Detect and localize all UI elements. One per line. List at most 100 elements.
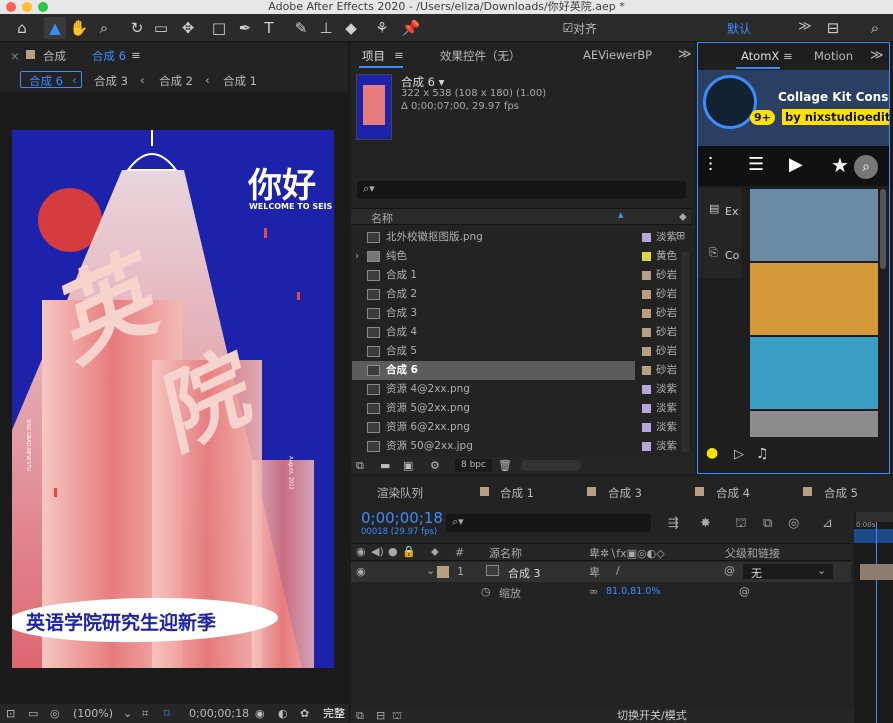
project-settings-icon[interactable]: ⚙ [430, 457, 440, 474]
solo-switch-icon[interactable]: ● [388, 545, 398, 558]
tab-project[interactable]: 项目 [362, 48, 385, 64]
shy-layers-icon[interactable]: ⛫ [735, 516, 747, 533]
tab-atomx[interactable]: AtomX [741, 49, 779, 63]
sidebar-label-ex[interactable]: Ex [725, 205, 738, 218]
motion-blur-icon[interactable]: ◎ [788, 516, 799, 531]
search-help-icon[interactable]: ⌕ [864, 17, 886, 39]
tab-comp-4[interactable]: 合成 4 [716, 485, 750, 501]
sort-ascending-icon[interactable]: ▴ [618, 208, 624, 221]
thumbnail-size-slider[interactable] [521, 460, 581, 471]
viewer-canvas[interactable]: 你好 WELCOME TO SEIS 英 院 SISU.GRAD.NEW.STU… [0, 92, 348, 704]
workspace-default[interactable]: 默认 [727, 20, 751, 37]
file-play-icon[interactable]: ▶ [789, 154, 803, 175]
layer-expand-icon[interactable]: ⌄ [426, 564, 435, 577]
breadcrumb-comp-2[interactable]: 合成 2 [159, 73, 193, 89]
layer-row[interactable]: ◉ ⌄ 1 合成 3 卑 / @ 无 ⌄ [351, 562, 851, 582]
rectangle-tool-icon[interactable]: □ [208, 17, 230, 39]
preset-thumbnail[interactable] [750, 263, 878, 335]
label-column-icon[interactable]: ⬥ [679, 210, 687, 224]
video-switch-icon[interactable]: ◉ [356, 545, 366, 558]
new-folder-icon[interactable]: ▬ [380, 457, 390, 474]
list-item[interactable]: 资源 4@2xx.png 淡紫 [352, 380, 692, 399]
grid-icon[interactable]: ⌗ [142, 704, 148, 723]
preset-thumbnail[interactable] [750, 411, 878, 437]
layer-bar[interactable] [860, 564, 893, 580]
pen-tool-icon[interactable]: ✒ [234, 17, 256, 39]
atomx-overflow-icon[interactable]: ≫ [870, 48, 884, 63]
transfer-controls-icon[interactable]: ⊟ [376, 708, 385, 723]
list-item[interactable]: 合成 5 砂岩 [352, 342, 692, 361]
list-item[interactable]: 北外校徽抠图版.png 淡紫 [352, 228, 692, 247]
type-tool-icon[interactable]: T [258, 17, 280, 39]
atomx-banner[interactable]: 9+ Collage Kit Cons by nixstudioediti [698, 70, 889, 146]
minimize-window-button[interactable] [22, 2, 32, 12]
layer-label-color[interactable] [437, 566, 449, 578]
rotate-tool-icon[interactable]: ↻ [126, 17, 148, 39]
favorites-icon[interactable]: ★ [831, 153, 849, 177]
interpret-footage-icon[interactable]: ⧉ [356, 457, 364, 474]
new-comp-icon[interactable]: ▣ [403, 457, 413, 474]
ae-icon[interactable]: ▤ [709, 202, 719, 215]
tab-comp-5[interactable]: 合成 5 [824, 485, 858, 501]
bit-depth[interactable]: 8 bpc [455, 459, 492, 472]
tab-render-queue[interactable]: 渲染队列 [377, 485, 423, 501]
list-item[interactable]: 资源 6@2xx.png 淡紫 [352, 418, 692, 437]
lock-switch-icon[interactable]: 🔒 [402, 545, 416, 558]
list-item[interactable]: 合成 4 砂岩 [352, 323, 692, 342]
preset-thumbnail[interactable] [750, 337, 878, 409]
frame-blending-icon[interactable]: ⧉ [763, 516, 772, 531]
mask-icon[interactable]: ◎ [50, 704, 60, 723]
quality-switch-icon[interactable]: / [616, 564, 620, 577]
comp-tab-name[interactable]: 合成 6 [92, 48, 126, 64]
always-preview-icon[interactable]: ⊡ [6, 704, 15, 723]
list-item[interactable]: 资源 50@2xx.jpg 淡紫 [352, 437, 692, 456]
comp-tab-label[interactable]: 合成 [43, 48, 66, 64]
zoom-level[interactable]: (100%) [73, 704, 113, 723]
clone-stamp-tool-icon[interactable]: ⊥ [315, 17, 337, 39]
project-search-input[interactable]: ⌕▾ [357, 181, 686, 199]
list-item[interactable]: › 纯色 黄色 [352, 247, 692, 266]
music-icon[interactable]: ♫ [756, 446, 769, 462]
workspace-overflow-icon[interactable]: ≫ [798, 19, 812, 34]
close-panel-icon[interactable]: × [10, 49, 20, 63]
zoom-window-button[interactable] [38, 2, 48, 12]
viewer-timecode[interactable]: 0;00;00;18 [189, 704, 249, 723]
delete-icon[interactable]: 🗑 [498, 457, 512, 474]
alert-icon[interactable]: ● [706, 445, 718, 461]
comp-panel-menu-icon[interactable]: ≡ [131, 48, 141, 62]
atomx-search-icon[interactable]: ⌕ [854, 155, 878, 179]
col-name-header[interactable]: 名称 [371, 210, 393, 226]
list-icon[interactable]: ☰ [748, 154, 764, 175]
scale-value[interactable]: 81.0,81.0% [606, 586, 660, 597]
show-snapshot-icon[interactable]: ◐ [278, 704, 288, 723]
timeline-track-area[interactable]: 0:00s [854, 512, 893, 723]
atomx-scrollbar[interactable] [880, 189, 886, 269]
col-source-header[interactable]: 源名称 [489, 545, 522, 561]
list-item[interactable]: 合成 2 砂岩 [352, 285, 692, 304]
toggle-switches-modes[interactable]: 切换开关/模式 [617, 708, 687, 723]
color-channel-icon[interactable]: ✿ [300, 704, 309, 723]
sidebar-label-co[interactable]: Co [725, 249, 739, 262]
play-icon[interactable]: ▷ [734, 447, 744, 462]
brush-tool-icon[interactable]: ✎ [290, 17, 312, 39]
stopwatch-icon[interactable]: ◷ [481, 585, 491, 598]
atomx-menu-icon[interactable]: ≡ [783, 49, 793, 63]
in-out-icon[interactable]: ⛫ [392, 708, 402, 723]
constrain-proportions-icon[interactable]: ∞ [589, 585, 598, 598]
camera-tool-icon[interactable]: ▭ [150, 17, 172, 39]
collapse-switch-icon[interactable]: 卑 [589, 564, 600, 580]
expression-pickwhip-icon[interactable]: @ [739, 585, 750, 598]
project-menu-icon[interactable]: ≡ [394, 48, 404, 62]
selection-tool-icon[interactable]: ▲ [44, 17, 66, 39]
roto-brush-tool-icon[interactable]: ⚘ [371, 17, 393, 39]
list-item[interactable]: 资源 5@2xx.png 淡紫 [352, 399, 692, 418]
work-area-bar[interactable] [854, 529, 893, 543]
draft-3d-icon[interactable]: ✸ [700, 516, 711, 531]
tab-comp-3[interactable]: 合成 3 [608, 485, 642, 501]
home-icon[interactable]: ⌂ [11, 17, 33, 39]
layer-name[interactable]: 合成 3 [508, 565, 541, 581]
workspace-layout-icon[interactable]: ⊟ [822, 17, 844, 39]
parent-dropdown[interactable]: 无 ⌄ [743, 564, 833, 580]
tab-effect-controls[interactable]: 效果控件（无） [440, 48, 521, 64]
region-icon[interactable]: ⌑ [164, 704, 170, 723]
